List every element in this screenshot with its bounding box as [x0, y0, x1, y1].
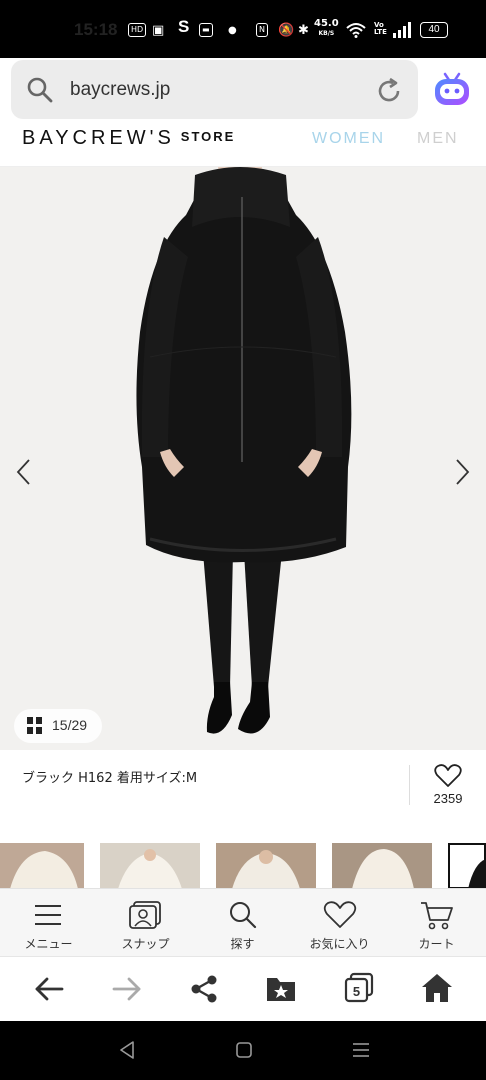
next-image-icon[interactable]	[452, 458, 472, 486]
search-icon	[27, 77, 53, 103]
notification-box-icon: HD	[128, 22, 147, 38]
favorite-count: 2359	[433, 791, 463, 806]
thumbnail[interactable]	[332, 843, 432, 889]
nav-men[interactable]: MEN	[417, 130, 459, 148]
url-text[interactable]: baycrews.jp	[70, 79, 170, 101]
speed-value: 45.0	[314, 18, 339, 29]
battery-icon: 40	[420, 22, 448, 38]
back-icon[interactable]	[34, 974, 64, 1004]
heart-icon	[323, 901, 357, 928]
snap-icon	[129, 901, 161, 929]
dot-icon: ●	[228, 24, 237, 36]
thumbnail-selected[interactable]	[448, 843, 486, 889]
search-icon	[230, 902, 257, 929]
volte-icon: Vo LTE	[374, 21, 387, 36]
status-time: 15:18	[74, 20, 118, 39]
system-home-icon[interactable]	[235, 1041, 253, 1059]
tab-favorites[interactable]: お気に入り	[291, 888, 388, 956]
favorite-heart-icon[interactable]	[434, 764, 462, 788]
tab-search[interactable]: 探す	[194, 888, 291, 956]
tab-favorites-label: お気に入り	[309, 937, 370, 951]
assistant-icon[interactable]	[432, 70, 472, 110]
tab-menu[interactable]: メニュー	[0, 888, 97, 956]
tab-snap-label: スナップ	[121, 937, 170, 951]
bluetooth-icon: ✱	[298, 22, 309, 38]
prev-image-icon[interactable]	[14, 458, 34, 486]
skype-icon: S	[178, 17, 190, 36]
notification-image-icon: ▣	[152, 22, 165, 38]
mute-icon: 🔕	[278, 22, 295, 38]
site-logo[interactable]: BAYCREW'S STORE	[22, 127, 235, 150]
nfc-icon: N	[256, 22, 268, 38]
logo-text: BAYCREW'S	[22, 127, 175, 149]
browser-toolbar	[0, 956, 486, 1022]
system-back-icon[interactable]	[118, 1040, 136, 1060]
tab-search-label: 探す	[230, 937, 255, 951]
thumbnail[interactable]	[0, 843, 84, 889]
network-speed: 45.0 KB/S	[314, 19, 339, 39]
logo-store-text: STORE	[180, 129, 236, 144]
speed-unit: KB/S	[318, 30, 335, 37]
menu-icon	[35, 905, 61, 925]
signal-icon	[393, 22, 411, 38]
product-caption: ブラック H162 着用サイズ:M	[22, 771, 198, 786]
share-icon[interactable]	[189, 974, 219, 1004]
divider	[409, 765, 410, 805]
thumbnail[interactable]	[216, 843, 316, 889]
tabs-count: 5	[352, 984, 361, 999]
notification-tv-icon: ▬	[199, 22, 213, 38]
forward-icon[interactable]	[112, 974, 142, 1004]
tab-snap[interactable]: スナップ	[97, 888, 194, 956]
nav-women[interactable]: WOMEN	[312, 130, 385, 148]
tab-cart-label: カート	[418, 937, 455, 951]
tab-cart[interactable]: カート	[388, 888, 485, 956]
product-image[interactable]	[0, 167, 486, 750]
grid-icon	[27, 717, 42, 734]
thumbnail[interactable]	[100, 843, 200, 889]
system-recents-icon[interactable]	[351, 1041, 371, 1059]
image-counter-text: 15/29	[52, 717, 88, 733]
reload-icon[interactable]	[374, 76, 404, 106]
cart-icon	[421, 902, 453, 930]
tab-menu-label: メニュー	[24, 937, 73, 951]
bookmarks-icon[interactable]	[265, 974, 297, 1004]
wifi-icon	[346, 23, 366, 38]
home-icon[interactable]	[421, 972, 453, 1004]
